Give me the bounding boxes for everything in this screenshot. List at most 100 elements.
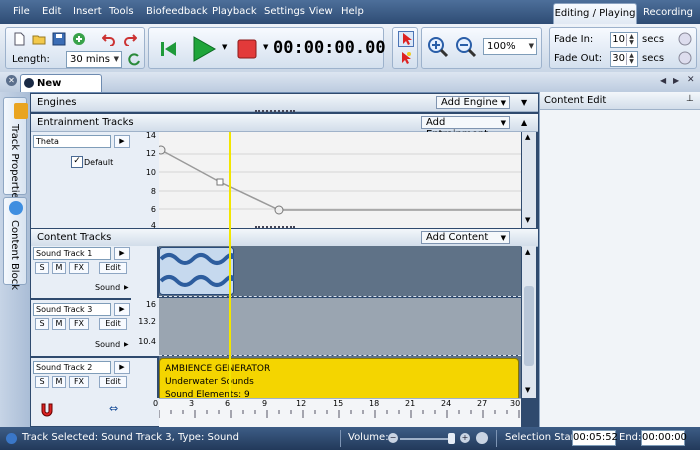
audio-clip[interactable]: [159, 247, 234, 295]
entrainment-scrollbar[interactable]: ▲ ▼: [522, 132, 536, 228]
record-icon[interactable]: [237, 39, 257, 59]
zoom-in-icon[interactable]: [427, 36, 449, 58]
tab-recording[interactable]: Recording: [640, 3, 696, 24]
redo-icon[interactable]: [123, 32, 137, 46]
mute-button[interactable]: M: [52, 318, 66, 330]
solo-button[interactable]: S: [35, 262, 49, 274]
solo-button[interactable]: S: [35, 318, 49, 330]
mute-button[interactable]: M: [52, 376, 66, 388]
play-options-chevron-icon[interactable]: ▼: [222, 43, 227, 51]
menu-view[interactable]: View: [309, 6, 333, 17]
add-entrainment-button[interactable]: Add Entrainment▼: [421, 116, 510, 140]
solo-button[interactable]: S: [35, 376, 49, 388]
track-lane[interactable]: [159, 246, 521, 296]
track-name-field[interactable]: Sound Track 3: [33, 303, 111, 316]
add-engine-button[interactable]: Add Engine ▼: [436, 96, 510, 109]
volume-slider-thumb[interactable]: [448, 433, 455, 444]
expand-track-icon[interactable]: ▶: [124, 341, 129, 348]
record-options-chevron-icon[interactable]: ▼: [263, 43, 268, 51]
fade-out-stepper[interactable]: 30 ▲ ▼: [610, 51, 638, 67]
track-lane[interactable]: AMBIENCE GENERATOR Underwater Sounds Sou…: [159, 356, 521, 398]
expand-tracks-icon[interactable]: ⇔: [109, 402, 118, 415]
open-folder-icon[interactable]: [32, 32, 46, 46]
play-icon[interactable]: [191, 35, 217, 63]
entrainment-track-name[interactable]: Theta: [33, 135, 111, 148]
save-icon[interactable]: [52, 32, 66, 46]
fx-button[interactable]: FX: [69, 262, 89, 274]
edit-button[interactable]: Edit: [99, 376, 127, 388]
fade-settings-icon[interactable]: [678, 32, 692, 46]
zoom-select[interactable]: 100% ▼: [483, 38, 537, 55]
refresh-icon[interactable]: [127, 52, 141, 66]
close-icon[interactable]: ✕: [687, 75, 695, 85]
selection-start-field[interactable]: 00:05:52: [572, 430, 618, 446]
ambience-clip[interactable]: AMBIENCE GENERATOR Underwater Sounds Sou…: [159, 358, 519, 398]
track-menu-button[interactable]: ▶: [114, 303, 130, 316]
chevron-down-icon: ▼: [528, 42, 534, 50]
scroll-up-icon[interactable]: ▲: [525, 133, 530, 141]
zoom-out-icon[interactable]: [455, 36, 477, 58]
scroll-down-icon[interactable]: ▼: [525, 386, 530, 394]
menu-insert[interactable]: Insert: [73, 6, 102, 17]
menu-file[interactable]: File: [13, 6, 30, 17]
mute-button[interactable]: M: [52, 262, 66, 274]
menu-playback[interactable]: Playback: [212, 6, 257, 17]
playhead[interactable]: [229, 132, 231, 398]
volume-slider[interactable]: [400, 438, 452, 440]
menu-bar: File Edit Insert Tools Biofeedback Playb…: [0, 0, 700, 25]
menu-edit[interactable]: Edit: [42, 6, 61, 17]
collapse-engines-icon[interactable]: ▼: [521, 94, 527, 111]
undo-icon[interactable]: [102, 32, 116, 46]
y-tick: 12: [145, 149, 156, 158]
tab-scroll-left-icon[interactable]: ◀: [660, 76, 666, 85]
default-checkbox[interactable]: ✓: [71, 156, 83, 168]
fade-in-stepper[interactable]: 10 ▲ ▼: [610, 32, 638, 48]
track-menu-button[interactable]: ▶: [114, 361, 130, 374]
edit-button[interactable]: Edit: [99, 262, 127, 274]
volume-down-icon[interactable]: −: [388, 433, 398, 443]
pin-icon[interactable]: ⊥: [686, 94, 694, 104]
tab-scroll-right-icon[interactable]: ▶: [673, 76, 679, 85]
stepper-arrows-icon[interactable]: ▲ ▼: [626, 34, 636, 46]
track-name-field[interactable]: Sound Track 2: [33, 361, 111, 374]
tab-track-properties[interactable]: Track Properties: [3, 97, 28, 204]
scroll-up-icon[interactable]: ▲: [525, 248, 530, 256]
scroll-thumb[interactable]: [524, 286, 534, 366]
menu-settings[interactable]: Settings: [264, 6, 305, 17]
close-session-icon[interactable]: ✕: [6, 75, 17, 86]
menu-biofeedback[interactable]: Biofeedback: [146, 6, 208, 17]
fx-button[interactable]: FX: [69, 376, 89, 388]
length-select[interactable]: 30 mins ▼: [66, 51, 122, 68]
magnet-icon[interactable]: [39, 402, 55, 418]
selection-end-field[interactable]: 00:00:00: [641, 430, 687, 446]
track-properties-icon: [14, 103, 28, 119]
menu-tools[interactable]: Tools: [109, 6, 134, 17]
entrainment-track-menu-button[interactable]: ▶: [114, 135, 130, 148]
add-icon[interactable]: [72, 32, 86, 46]
tab-new-session[interactable]: New Session*: [20, 74, 102, 109]
fx-button[interactable]: FX: [69, 318, 89, 330]
ruler-tick: 6: [225, 399, 231, 408]
scroll-down-icon[interactable]: ▼: [525, 216, 530, 224]
fade-apply-icon[interactable]: [678, 51, 692, 65]
new-file-icon[interactable]: [12, 32, 26, 46]
add-content-button[interactable]: Add Content ▼: [421, 231, 510, 244]
expand-track-icon[interactable]: ▶: [124, 284, 129, 291]
tab-content-block[interactable]: Content Block: [3, 197, 27, 290]
collapse-entrainment-icon[interactable]: ▲: [521, 114, 527, 131]
edit-button[interactable]: Edit: [99, 318, 127, 330]
speaker-icon[interactable]: [476, 432, 488, 444]
menu-help[interactable]: Help: [341, 6, 364, 17]
track-name-field[interactable]: Sound Track 1: [33, 247, 111, 260]
stepper-arrows-icon[interactable]: ▲ ▼: [626, 53, 636, 65]
volume-up-icon[interactable]: +: [460, 433, 470, 443]
content-scrollbar[interactable]: ▲ ▼: [522, 246, 536, 398]
edit-pointer-icon[interactable]: [398, 51, 412, 65]
ambience-line1: Underwater Sounds: [165, 377, 254, 387]
tab-editing-playing[interactable]: Editing / Playing: [553, 3, 637, 25]
select-pointer-icon[interactable]: [398, 31, 414, 47]
rewind-icon[interactable]: [159, 39, 179, 59]
entrainment-envelope[interactable]: [159, 132, 521, 228]
track-lane-selected[interactable]: [159, 298, 521, 355]
track-menu-button[interactable]: ▶: [114, 247, 130, 260]
